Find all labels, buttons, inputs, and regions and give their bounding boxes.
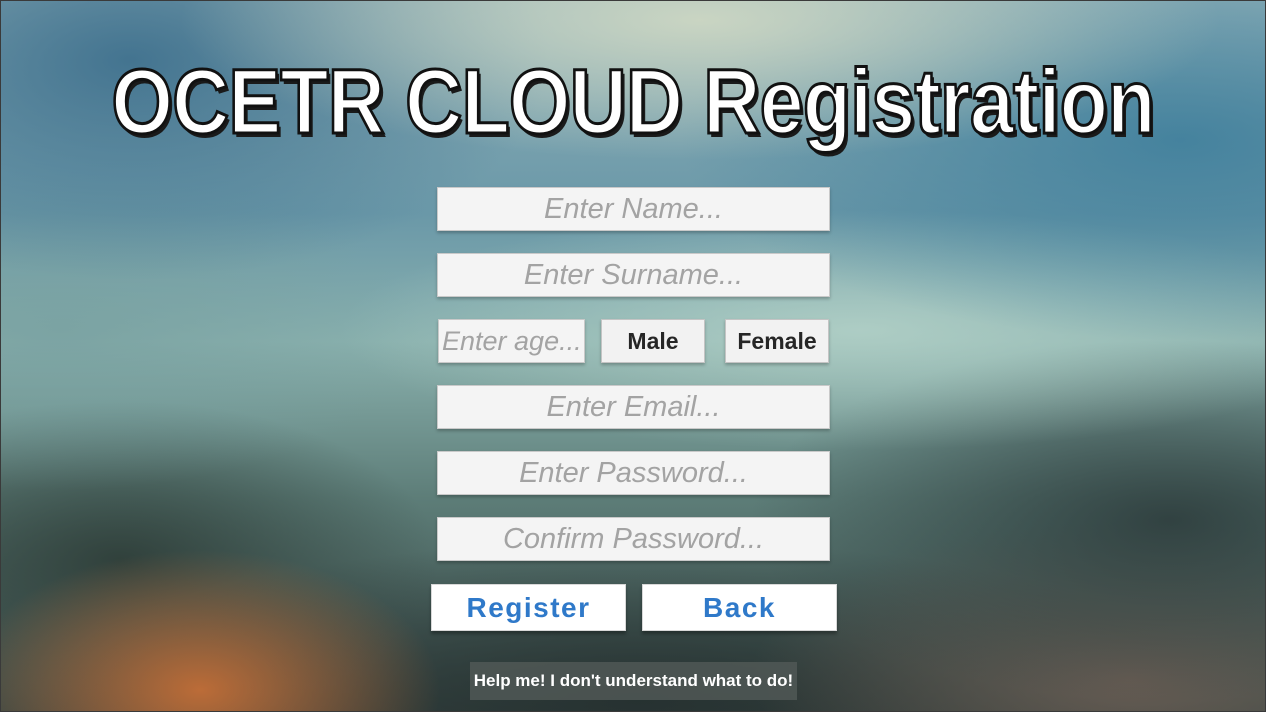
name-placeholder: Enter Name... bbox=[544, 192, 723, 225]
email-input[interactable]: Enter Email... bbox=[437, 385, 830, 429]
male-label: Male bbox=[627, 327, 679, 354]
password-input[interactable]: Enter Password... bbox=[437, 451, 830, 495]
password-placeholder: Enter Password... bbox=[519, 456, 748, 489]
help-button[interactable]: Help me! I don't understand what to do! bbox=[470, 662, 797, 700]
male-button[interactable]: Male bbox=[601, 319, 705, 363]
confirm-password-input[interactable]: Confirm Password... bbox=[437, 517, 830, 561]
register-label: Register bbox=[466, 591, 591, 623]
confirm-password-placeholder: Confirm Password... bbox=[502, 522, 765, 555]
age-placeholder: Enter age... bbox=[442, 325, 582, 356]
email-placeholder: Enter Email... bbox=[546, 390, 721, 423]
female-label: Female bbox=[737, 327, 817, 354]
register-button[interactable]: Register bbox=[431, 584, 626, 631]
female-button[interactable]: Female bbox=[725, 319, 829, 363]
name-input[interactable]: Enter Name... bbox=[437, 187, 830, 231]
surname-input[interactable]: Enter Surname... bbox=[437, 253, 830, 297]
back-button[interactable]: Back bbox=[642, 584, 837, 631]
surname-placeholder: Enter Surname... bbox=[523, 258, 744, 291]
age-input[interactable]: Enter age... bbox=[438, 319, 585, 363]
page-title: OCETR CLOUD Registration bbox=[110, 50, 1157, 155]
help-label: Help me! I don't understand what to do! bbox=[473, 671, 794, 690]
back-label: Back bbox=[703, 591, 776, 623]
